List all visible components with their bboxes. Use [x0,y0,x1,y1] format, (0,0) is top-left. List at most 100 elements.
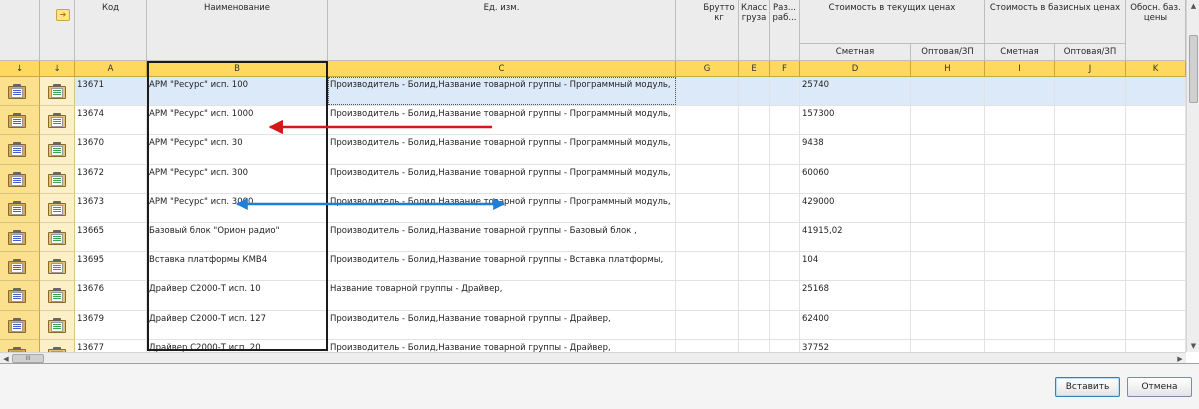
letter-d[interactable]: D [800,61,911,77]
row-details-icon[interactable] [47,288,67,304]
cell-gross[interactable] [676,310,739,340]
cell-justification[interactable] [1126,77,1186,107]
insert-row-icon[interactable] [7,171,27,188]
cell-code[interactable]: 13671 [75,77,147,107]
cell-current-wholesale[interactable] [911,106,985,136]
cell-unit[interactable]: Производитель - Болид,Название товарной … [328,135,676,165]
cell-code[interactable]: 13676 [75,281,147,311]
insert-row-icon[interactable] [7,288,27,304]
cell-base-wholesale[interactable] [1055,310,1126,340]
letter-g[interactable]: G [676,61,739,77]
header-cargo-class[interactable]: Класс груза [739,0,770,61]
insert-row-icon[interactable] [7,230,27,246]
cell-gross[interactable] [676,164,739,194]
header-base-price-justification[interactable]: Обосн. баз. цены [1126,0,1186,61]
cell-current-wholesale[interactable] [911,77,985,107]
letter-down-1[interactable]: ↓ [0,61,40,77]
cell-unit[interactable]: Производитель - Болид,Название товарной … [328,193,676,223]
cell-class[interactable] [739,106,770,136]
cell-gross[interactable] [676,223,739,253]
cell-current-wholesale[interactable] [911,193,985,223]
letter-f[interactable]: F [770,61,800,77]
cell-justification[interactable] [1126,135,1186,165]
insert-row-icon[interactable] [7,113,27,129]
data-grid[interactable]: ➜ Код Наименование Ед. изм. Брутто кг Кл… [0,0,1199,364]
row-details-button[interactable] [40,164,75,194]
cell-gross[interactable] [676,281,739,311]
cell-name[interactable]: АРМ "Ресурс" исп. 3000 [147,193,328,223]
cell-gross[interactable] [676,193,739,223]
scroll-up-icon[interactable]: ▲ [1187,0,1199,12]
cell-dims[interactable] [770,164,800,194]
insert-row-icon[interactable] [7,317,27,334]
cell-name[interactable]: АРМ "Ресурс" исп. 30 [147,135,328,165]
cell-current-estimate[interactable]: 41915,02 [800,223,911,253]
cell-class[interactable] [739,164,770,194]
cell-base-estimate[interactable] [985,252,1055,282]
cell-unit[interactable]: Производитель - Болид,Название товарной … [328,164,676,194]
cell-current-estimate[interactable]: 62400 [800,310,911,340]
row-insert-button[interactable] [0,164,40,194]
cell-current-wholesale[interactable] [911,252,985,282]
cell-dims[interactable] [770,223,800,253]
row-details-icon[interactable] [47,230,67,246]
cell-base-wholesale[interactable] [1055,339,1126,352]
cell-base-estimate[interactable] [985,164,1055,194]
letter-b[interactable]: B [147,61,328,77]
cell-current-wholesale[interactable] [911,310,985,340]
cell-class[interactable] [739,193,770,223]
cell-gross[interactable] [676,135,739,165]
cell-dims[interactable] [770,339,800,352]
cell-justification[interactable] [1126,310,1186,340]
letter-e[interactable]: E [739,61,770,77]
cell-justification[interactable] [1126,164,1186,194]
insert-row-icon[interactable] [7,200,27,217]
cell-gross[interactable] [676,252,739,282]
cell-code[interactable]: 13695 [75,252,147,282]
cell-base-estimate[interactable] [985,281,1055,311]
row-insert-button[interactable] [0,193,40,223]
row-insert-button[interactable] [0,310,40,340]
cell-name[interactable]: Драйвер С2000-Т исп. 20 [147,339,328,352]
cell-gross[interactable] [676,77,739,107]
row-details-button[interactable] [40,77,75,107]
cell-class[interactable] [739,339,770,352]
cell-class[interactable] [739,223,770,253]
cell-code[interactable]: 13670 [75,135,147,165]
scroll-right-icon[interactable]: ▶ [1174,353,1186,363]
cell-base-estimate[interactable] [985,339,1055,352]
header-current-wholesale[interactable]: Оптовая/ЗП [911,44,985,61]
cell-current-wholesale[interactable] [911,135,985,165]
cell-unit[interactable]: Производитель - Болид,Название товарной … [328,223,676,253]
cell-justification[interactable] [1126,193,1186,223]
cell-class[interactable] [739,252,770,282]
cell-base-estimate[interactable] [985,135,1055,165]
cell-current-estimate[interactable]: 429000 [800,193,911,223]
row-insert-button[interactable] [0,281,40,311]
cell-justification[interactable] [1126,223,1186,253]
cell-dims[interactable] [770,193,800,223]
row-details-icon[interactable] [47,84,67,100]
cell-base-wholesale[interactable] [1055,77,1126,107]
vertical-scroll-thumb[interactable] [1189,35,1198,103]
letter-h[interactable]: H [911,61,985,77]
cell-name[interactable]: Вставка платформы КМВ4 [147,252,328,282]
header-gross-kg[interactable]: Брутто кг [676,0,739,61]
cell-current-estimate[interactable]: 104 [800,252,911,282]
cell-current-wholesale[interactable] [911,223,985,253]
cell-unit[interactable]: Производитель - Болид,Название товарной … [328,339,676,352]
header-name[interactable]: Наименование [147,0,328,61]
header-unit[interactable]: Ед. изм. [328,0,676,61]
row-details-button[interactable] [40,106,75,136]
cell-base-wholesale[interactable] [1055,164,1126,194]
cell-justification[interactable] [1126,339,1186,352]
cell-gross[interactable] [676,339,739,352]
cell-current-wholesale[interactable] [911,281,985,311]
row-insert-button[interactable] [0,135,40,165]
cell-code[interactable]: 13672 [75,164,147,194]
insert-row-icon[interactable] [7,84,27,100]
cell-dims[interactable] [770,135,800,165]
header-cell-icon[interactable]: ➜ [40,0,75,61]
cell-class[interactable] [739,77,770,107]
row-details-icon[interactable] [47,317,67,334]
